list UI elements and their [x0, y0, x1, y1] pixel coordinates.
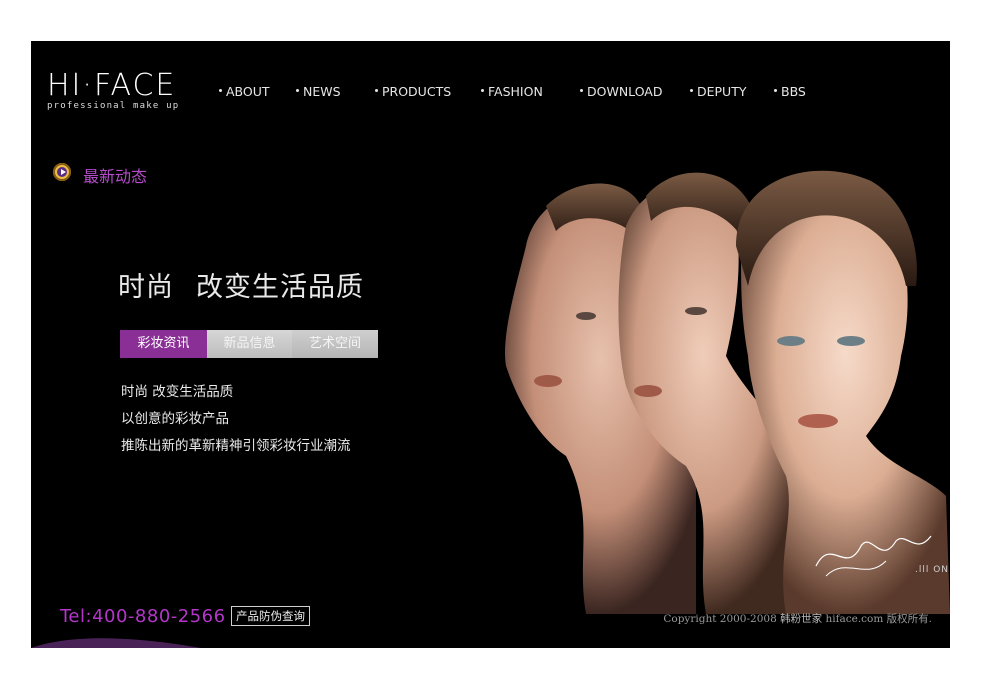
nav-bbs[interactable]: BBS	[774, 84, 806, 99]
nav-download-label: DOWNLOAD	[587, 84, 663, 99]
bullet-icon	[375, 89, 378, 92]
logo-tagline: professional make up	[47, 101, 180, 111]
anti-counterfeit-button[interactable]: 产品防伪查询	[231, 606, 310, 626]
brand-logo[interactable]: HI·FACE professional make up	[47, 68, 180, 112]
partner-logo: .lll ON	[915, 565, 950, 575]
copyright-prefix: Copyright 2000-2008	[663, 613, 777, 625]
decorative-swoosh	[31, 638, 201, 648]
info-tabs: 彩妆资讯 新品信息 艺术空间	[120, 330, 378, 358]
headline-part1: 时尚	[118, 272, 174, 303]
tab-makeup-news[interactable]: 彩妆资讯	[120, 330, 207, 358]
description-line: 时尚 改变生活品质	[121, 384, 234, 400]
logo-mark: HI·FACE	[47, 68, 177, 103]
nav-bbs-label: BBS	[781, 84, 806, 99]
telephone-number: Tel:400-880-2566	[60, 606, 226, 627]
nav-fashion[interactable]: FASHION	[481, 84, 543, 99]
copyright-brand: 韩粉世家	[780, 613, 823, 625]
nav-news-label: NEWS	[303, 84, 341, 99]
nav-fashion-label: FASHION	[488, 84, 543, 99]
tab-content: 时尚 改变生活品质 以创意的彩妆产品 推陈出新的革新精神引领彩妆行业潮流	[121, 379, 351, 460]
description-line: 以创意的彩妆产品	[121, 411, 229, 427]
page-frame: HI·FACE professional make up ABOUT NEWS …	[31, 41, 950, 648]
nav-download[interactable]: DOWNLOAD	[580, 84, 663, 99]
faces-illustration	[505, 170, 950, 614]
bullet-icon	[481, 89, 484, 92]
bullet-icon	[690, 89, 693, 92]
latest-news-label: 最新动态	[83, 167, 148, 186]
description-line: 推陈出新的革新精神引领彩妆行业潮流	[121, 438, 351, 454]
headline-part2: 改变生活品质	[196, 272, 364, 303]
copyright-suffix: hiface.com 版权所有.	[825, 613, 932, 625]
bullet-icon	[296, 89, 299, 92]
tab-art-space[interactable]: 艺术空间	[292, 330, 378, 358]
nav-news[interactable]: NEWS	[296, 84, 341, 99]
nav-about-label: ABOUT	[226, 84, 270, 99]
hero-image	[486, 136, 950, 614]
nav-deputy[interactable]: DEPUTY	[690, 84, 746, 99]
page-headline: 时尚 改变生活品质	[118, 265, 364, 304]
nav-products[interactable]: PRODUCTS	[375, 84, 451, 99]
tab-new-products[interactable]: 新品信息	[207, 330, 292, 358]
play-icon	[53, 163, 71, 181]
nav-deputy-label: DEPUTY	[697, 84, 747, 99]
bullet-icon	[219, 89, 222, 92]
nav-about[interactable]: ABOUT	[219, 84, 270, 99]
bullet-icon	[580, 89, 583, 92]
copyright-text: Copyright 2000-2008 韩粉世家 hiface.com 版权所有…	[663, 611, 932, 626]
nav-products-label: PRODUCTS	[382, 84, 452, 99]
bullet-icon	[774, 89, 777, 92]
